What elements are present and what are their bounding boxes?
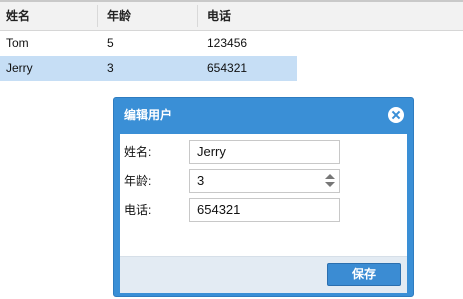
form-row-age: 年龄: 3 <box>120 169 407 193</box>
edit-user-dialog: 编辑用户 姓名: Jerry 年龄: 3 电话: 654321 保存 <box>113 97 414 297</box>
column-header-name[interactable]: 姓名 <box>6 2 30 30</box>
cell-name: Tom <box>6 36 29 50</box>
age-value: 3 <box>197 173 205 188</box>
form-row-name: 姓名: Jerry <box>120 140 407 164</box>
cell-age: 3 <box>107 61 114 75</box>
cell-phone: 654321 <box>207 61 248 75</box>
dialog-titlebar[interactable]: 编辑用户 <box>114 98 413 132</box>
close-icon[interactable] <box>388 107 404 123</box>
spinner-up-icon[interactable] <box>325 174 335 179</box>
name-label: 姓名: <box>124 145 152 159</box>
age-label: 年龄: <box>124 174 152 188</box>
cell-phone: 123456 <box>207 36 248 50</box>
phone-label: 电话: <box>124 203 152 217</box>
spinner-down-icon[interactable] <box>325 182 335 187</box>
table-row-selected[interactable]: Jerry 3 654321 <box>0 56 297 81</box>
column-header-phone[interactable]: 电话 <box>207 2 231 30</box>
age-stepper[interactable]: 3 <box>189 169 340 193</box>
dialog-body: 姓名: Jerry 年龄: 3 电话: 654321 <box>120 134 407 256</box>
cell-age: 5 <box>107 36 114 50</box>
phone-field[interactable]: 654321 <box>189 198 340 222</box>
cell-name: Jerry <box>6 61 33 75</box>
dialog-title: 编辑用户 <box>124 108 173 122</box>
column-separator[interactable] <box>197 5 198 27</box>
user-grid: 姓名 年龄 电话 Tom 5 123456 Jerry 3 654321 <box>0 0 463 81</box>
save-button[interactable]: 保存 <box>327 263 401 286</box>
stepper-buttons <box>325 173 335 189</box>
dialog-footer: 保存 <box>120 256 407 293</box>
grid-header: 姓名 年龄 电话 <box>0 0 463 31</box>
column-separator[interactable] <box>97 5 98 27</box>
column-header-age[interactable]: 年龄 <box>107 2 131 30</box>
name-field[interactable]: Jerry <box>189 140 340 164</box>
table-row[interactable]: Tom 5 123456 <box>0 31 463 56</box>
form-row-phone: 电话: 654321 <box>120 198 407 222</box>
